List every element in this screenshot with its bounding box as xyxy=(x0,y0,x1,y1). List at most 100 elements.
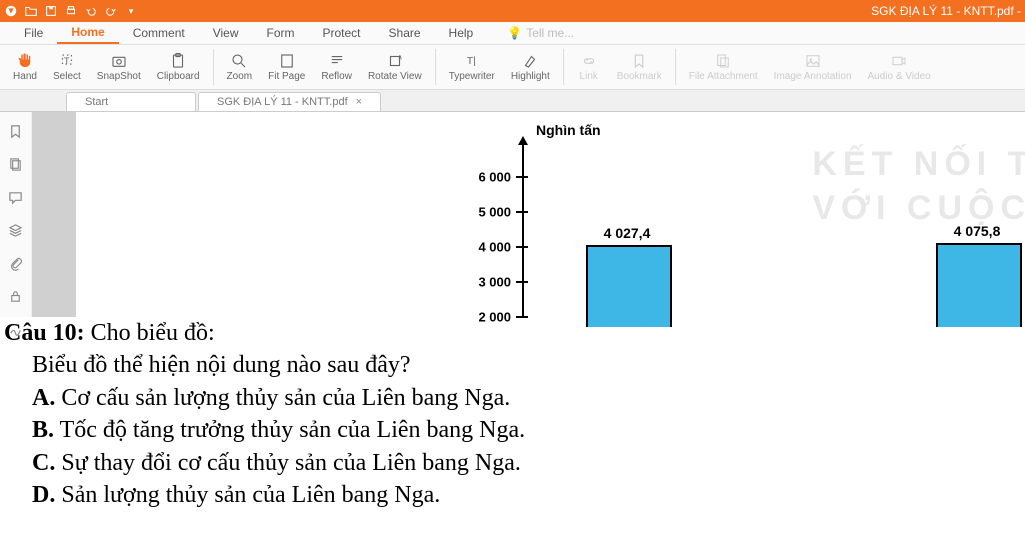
question-prompt-text: Cho biểu đồ: xyxy=(85,320,215,346)
app-logo-icon xyxy=(4,4,18,18)
side-panel xyxy=(0,112,32,317)
file-attachment-button[interactable]: File Attachment xyxy=(682,50,765,84)
tick-label-6000: 6 000 xyxy=(461,170,511,185)
link-button[interactable]: Link xyxy=(570,50,608,84)
tick-6000 xyxy=(516,176,528,178)
pages-panel-icon[interactable] xyxy=(8,157,24,172)
svg-text:T|: T| xyxy=(467,55,476,67)
ribbon-separator xyxy=(563,49,564,85)
answer-c-label: C. xyxy=(32,450,55,476)
tell-me-search[interactable]: 💡 Tell me... xyxy=(507,26,574,40)
image-icon xyxy=(804,52,822,70)
tick-label-5000: 5 000 xyxy=(461,205,511,220)
answer-c: C. Sự thay đổi cơ cấu thủy sản của Liên … xyxy=(4,447,1021,479)
tick-5000 xyxy=(516,211,528,213)
clipboard-icon xyxy=(169,52,187,70)
print-icon[interactable] xyxy=(64,4,78,18)
audio-video-button[interactable]: Audio & Video xyxy=(861,50,938,84)
menu-protect[interactable]: Protect xyxy=(309,23,375,43)
fit-page-button[interactable]: Fit Page xyxy=(261,50,312,84)
tell-me-placeholder: Tell me... xyxy=(526,26,574,40)
chart-y-label: Nghìn tấn xyxy=(536,122,601,138)
rotate-icon xyxy=(386,52,404,70)
lightbulb-icon: 💡 xyxy=(507,26,522,40)
chart-bar-0 xyxy=(586,245,672,327)
chart-bar-label-1: 4 075,8 xyxy=(932,223,1022,239)
menu-comment[interactable]: Comment xyxy=(119,23,199,43)
security-panel-icon[interactable] xyxy=(8,289,24,304)
answer-a-text: Cơ cấu sản lượng thủy sản của Liên bang … xyxy=(55,385,510,411)
start-tab-label: Start xyxy=(85,96,108,108)
zoom-button[interactable]: Zoom xyxy=(220,50,260,84)
bookmark-label: Bookmark xyxy=(617,71,662,82)
chart-bar-label-0: 4 027,4 xyxy=(582,225,672,241)
menu-share[interactable]: Share xyxy=(375,23,435,43)
highlight-icon xyxy=(521,52,539,70)
menu-help[interactable]: Help xyxy=(435,23,488,43)
video-icon xyxy=(890,52,908,70)
answer-b: B. Tốc độ tăng trưởng thủy sản của Liên … xyxy=(4,414,1021,446)
tick-3000 xyxy=(516,281,528,283)
document-tab[interactable]: SGK ĐỊA LÝ 11 - KNTT.pdf × xyxy=(198,92,381,111)
reflow-button[interactable]: Reflow xyxy=(314,50,359,84)
zoom-label: Zoom xyxy=(227,71,253,82)
rotate-label: Rotate View xyxy=(368,71,422,82)
answer-b-label: B. xyxy=(32,417,54,443)
chart-bar-1 xyxy=(936,243,1022,327)
ribbon-separator xyxy=(675,49,676,85)
reflow-icon xyxy=(328,52,346,70)
answer-c-text: Sự thay đổi cơ cấu thủy sản của Liên ban… xyxy=(55,450,521,476)
snapshot-label: SnapShot xyxy=(97,71,141,82)
image-annotation-button[interactable]: Image Annotation xyxy=(767,50,859,84)
ribbon-toolbar: Hand T Select SnapShot Clipboard Zoom Fi… xyxy=(0,45,1025,90)
menu-home[interactable]: Home xyxy=(57,22,118,44)
start-tab[interactable]: Start xyxy=(66,92,196,111)
highlight-button[interactable]: Highlight xyxy=(504,50,557,84)
open-icon[interactable] xyxy=(24,4,38,18)
hand-tool-button[interactable]: Hand xyxy=(6,50,44,84)
save-icon[interactable] xyxy=(44,4,58,18)
menu-view[interactable]: View xyxy=(199,23,253,43)
clipboard-label: Clipboard xyxy=(157,71,200,82)
menu-bar: File Home Comment View Form Protect Shar… xyxy=(0,22,1025,45)
bookmark-panel-icon[interactable] xyxy=(8,124,24,139)
comments-panel-icon[interactable] xyxy=(8,190,24,205)
audio-video-label: Audio & Video xyxy=(868,71,931,82)
rotate-view-button[interactable]: Rotate View xyxy=(361,50,429,84)
tick-label-2000: 2 000 xyxy=(461,310,511,325)
link-label: Link xyxy=(580,71,598,82)
clipboard-button[interactable]: Clipboard xyxy=(150,50,207,84)
snapshot-button[interactable]: SnapShot xyxy=(90,50,148,84)
document-viewer[interactable]: KẾT NỐI TR VỚI CUỘC Nghìn tấn 6 000 5 00… xyxy=(32,112,1025,317)
layers-panel-icon[interactable] xyxy=(8,223,24,238)
select-label: Select xyxy=(53,71,81,82)
content-area: KẾT NỐI TR VỚI CUỘC Nghìn tấn 6 000 5 00… xyxy=(0,112,1025,317)
page-content: KẾT NỐI TR VỚI CUỘC Nghìn tấn 6 000 5 00… xyxy=(76,112,1025,317)
close-tab-button[interactable]: × xyxy=(356,96,362,108)
watermark: KẾT NỐI TR VỚI CUỘC xyxy=(812,142,1025,230)
title-bar: ▾ SGK ĐỊA LÝ 11 - KNTT.pdf - xyxy=(0,0,1025,22)
link-icon xyxy=(580,52,598,70)
typewriter-button[interactable]: T| Typewriter xyxy=(442,50,502,84)
menu-form[interactable]: Form xyxy=(253,23,309,43)
bookmark-button[interactable]: Bookmark xyxy=(610,50,669,84)
select-icon: T xyxy=(58,52,76,70)
zoom-icon xyxy=(230,52,248,70)
hand-label: Hand xyxy=(13,71,37,82)
answer-a-label: A. xyxy=(32,385,55,411)
attachments-panel-icon[interactable] xyxy=(8,256,24,271)
redo-icon[interactable] xyxy=(104,4,118,18)
highlight-label: Highlight xyxy=(511,71,550,82)
fit-page-icon xyxy=(278,52,296,70)
answer-d-label: D. xyxy=(32,482,55,508)
tick-2000 xyxy=(516,316,528,318)
typewriter-icon: T| xyxy=(463,52,481,70)
quick-access-toolbar: ▾ xyxy=(4,4,138,18)
image-annotation-label: Image Annotation xyxy=(774,71,852,82)
watermark-line1: KẾT NỐI TR xyxy=(812,142,1025,186)
dropdown-icon[interactable]: ▾ xyxy=(124,4,138,18)
menu-file[interactable]: File xyxy=(10,23,57,43)
tick-label-4000: 4 000 xyxy=(461,240,511,255)
undo-icon[interactable] xyxy=(84,4,98,18)
select-tool-button[interactable]: T Select xyxy=(46,50,88,84)
